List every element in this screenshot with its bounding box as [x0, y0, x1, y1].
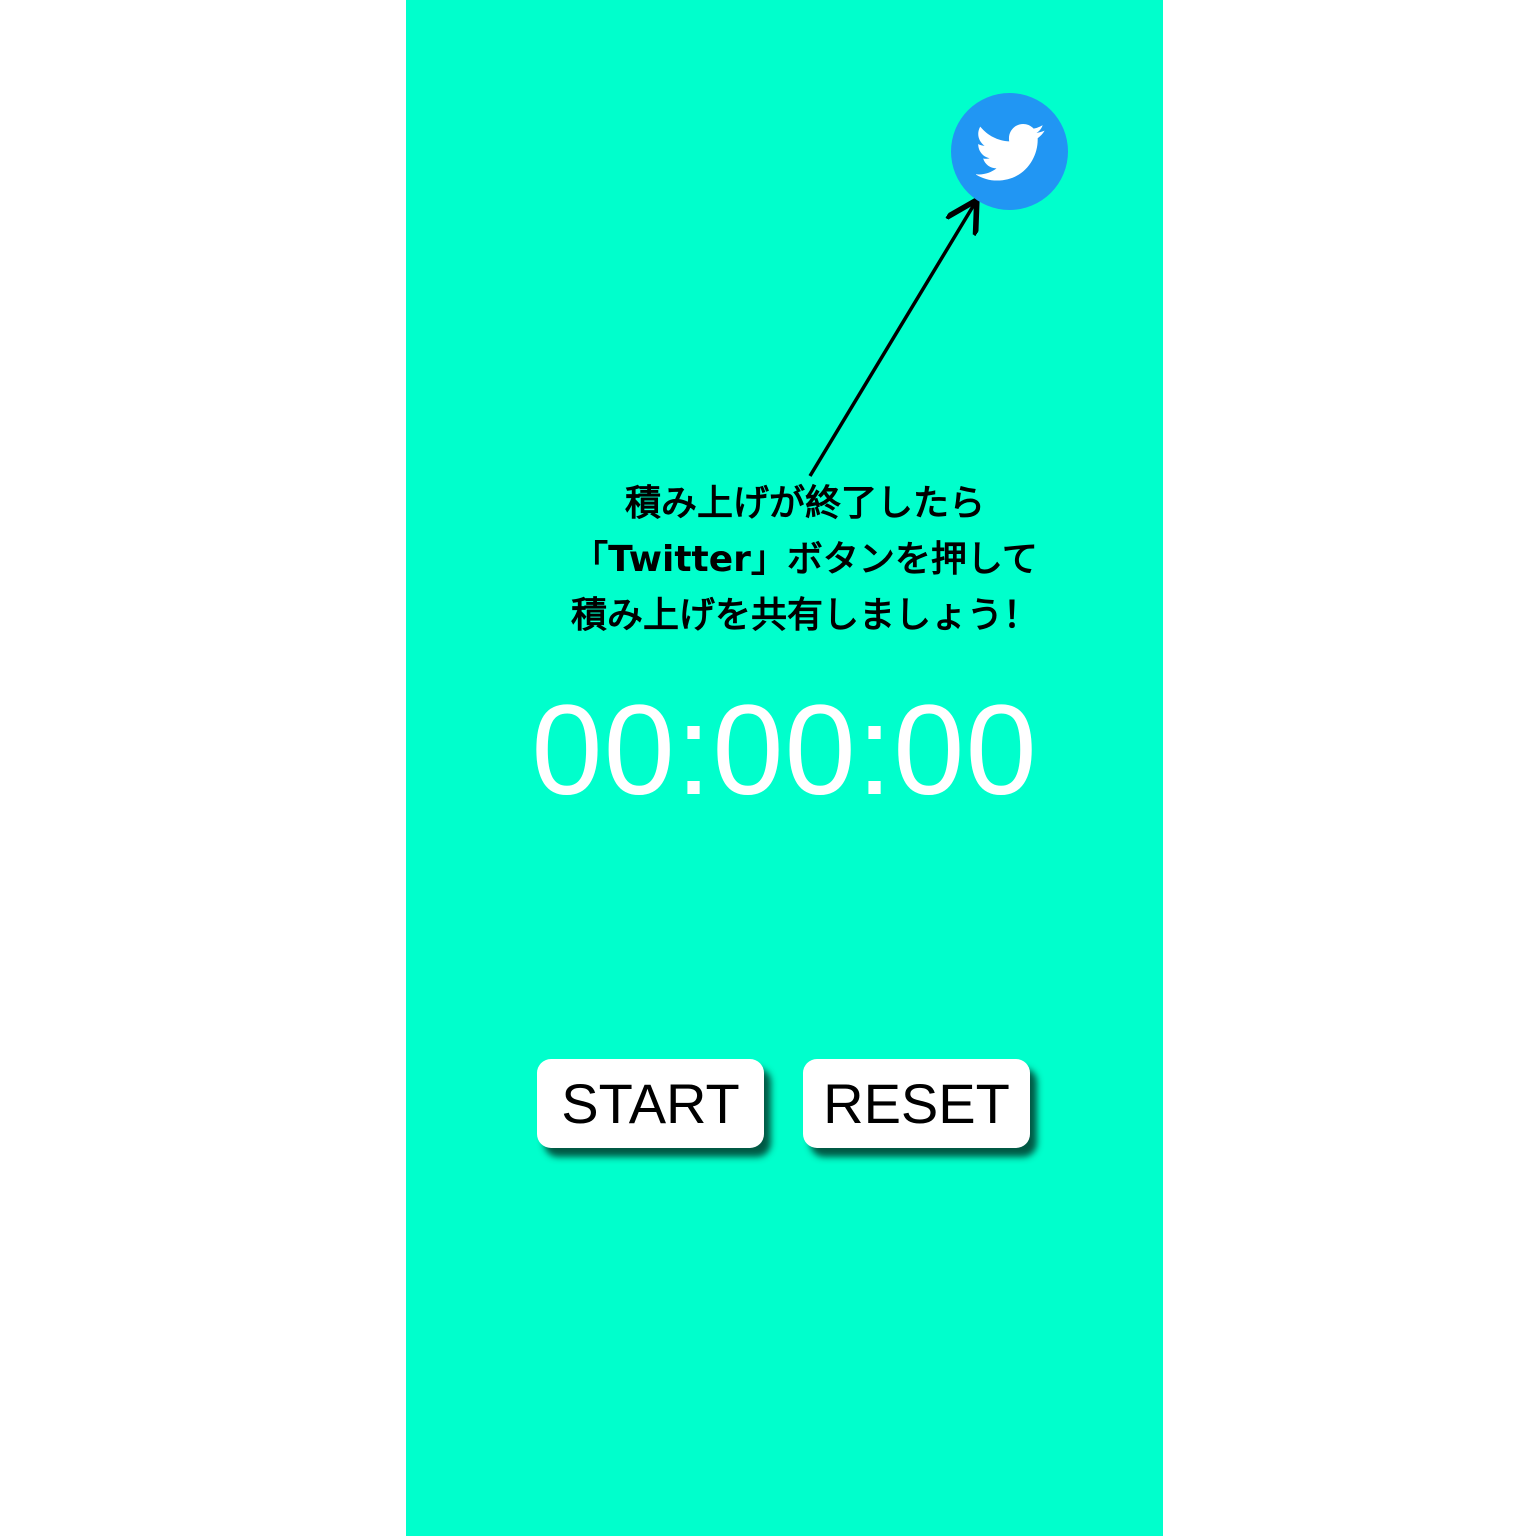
twitter-bird-icon	[975, 123, 1045, 181]
page: 積み上げが終了したら 「Twitter」ボタンを押して 積み上げを共有しましょう…	[0, 0, 1536, 1536]
twitter-share-button[interactable]	[951, 93, 1068, 210]
instruction-line-3: 積み上げを共有しましょう！	[570, 595, 1039, 636]
instruction-line-1: 積み上げが終了したら	[624, 483, 985, 524]
timer-display: 00:00:00	[531, 679, 1038, 822]
start-button[interactable]: START	[537, 1059, 764, 1148]
instruction-line-2: 「Twitter」ボタンを押して	[572, 539, 1038, 580]
reset-button[interactable]: RESET	[803, 1059, 1030, 1148]
